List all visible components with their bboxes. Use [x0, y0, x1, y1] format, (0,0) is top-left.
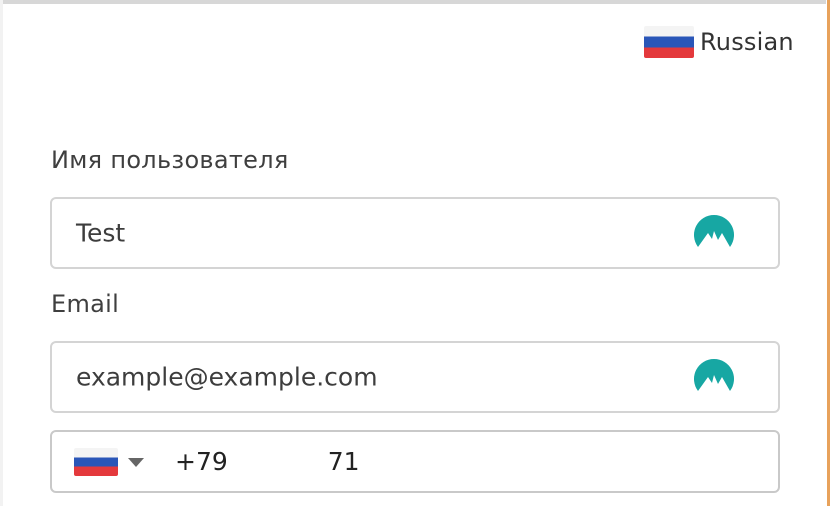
page-border-top	[0, 0, 826, 4]
chevron-down-icon	[128, 457, 144, 467]
registration-form-page: Russian Имя пользователя Test Email exam…	[0, 0, 830, 506]
username-value: Test	[76, 218, 126, 248]
country-code-dropdown[interactable]	[74, 446, 144, 478]
nordpass-icon[interactable]	[694, 215, 734, 251]
email-field[interactable]: example@example.com	[50, 341, 780, 413]
phone-prefix: +79	[175, 447, 228, 476]
language-label: Russian	[700, 28, 794, 56]
phone-number-value: +79 71	[175, 447, 360, 476]
email-value: example@example.com	[76, 362, 378, 392]
flag-ru-icon	[644, 26, 694, 58]
phone-field[interactable]: +79 71	[50, 430, 780, 493]
nordpass-icon[interactable]	[694, 359, 734, 395]
phone-redacted-mask	[227, 447, 328, 476]
username-label: Имя пользователя	[51, 146, 289, 174]
language-selector[interactable]: Russian	[644, 24, 794, 60]
email-label: Email	[51, 290, 120, 318]
flag-ru-icon	[74, 448, 118, 476]
phone-suffix: 71	[327, 447, 360, 476]
page-border-left	[0, 0, 3, 506]
username-field[interactable]: Test	[50, 197, 780, 269]
